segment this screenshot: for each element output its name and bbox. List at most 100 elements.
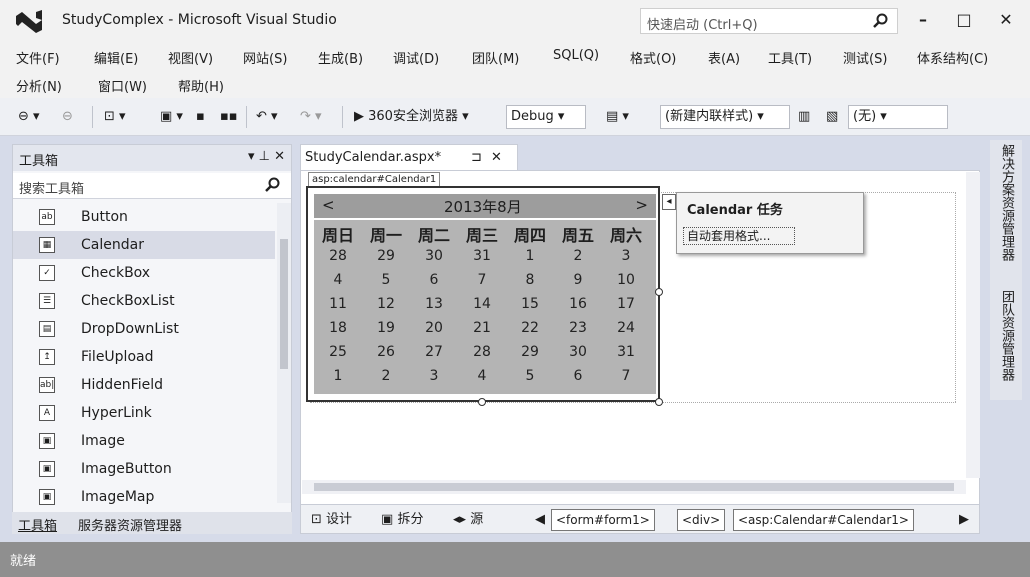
calendar-day-cell[interactable]: 6 (411, 272, 457, 288)
start-debugging-button[interactable]: ▶ 360安全浏览器 ▾ (354, 106, 469, 128)
calendar-day-cell[interactable]: 7 (459, 272, 505, 288)
toolbox-item[interactable]: ▤ DropDownList (13, 315, 275, 343)
calendar-day-cell[interactable]: 27 (411, 344, 457, 360)
calendar-day-cell[interactable]: 21 (459, 320, 505, 336)
forward-icon[interactable]: ⊖ (62, 106, 73, 128)
menu-table[interactable]: 表(A) (708, 48, 740, 67)
calendar-day-cell[interactable]: 6 (555, 368, 601, 384)
quick-launch-input[interactable]: 快速启动 (Ctrl+Q) (640, 8, 898, 34)
toolbox-item[interactable]: ▦ Calendar (13, 231, 275, 259)
calendar-day-cell[interactable]: 5 (507, 368, 553, 384)
menu-build[interactable]: 生成(B) (318, 48, 363, 67)
minimize-button[interactable]: – (905, 6, 941, 34)
menu-architecture[interactable]: 体系结构(C) (917, 48, 988, 67)
calendar-day-cell[interactable]: 24 (603, 320, 649, 336)
toolbox-item[interactable]: ▣ Image (13, 427, 275, 455)
calendar-day-cell[interactable]: 31 (459, 248, 505, 264)
style-application-icon[interactable]: ▥ (798, 106, 810, 128)
toolbox-item[interactable]: ab| HiddenField (13, 371, 275, 399)
breadcrumb-div[interactable]: <div> (677, 509, 726, 531)
toolbox-item[interactable]: ☰ CheckBoxList (13, 287, 275, 315)
smart-tag-chevron-icon[interactable]: ◂ (662, 194, 676, 210)
calendar-day-cell[interactable]: 12 (363, 296, 409, 312)
breadcrumb-form[interactable]: <form#form1> (551, 509, 655, 531)
save-icon[interactable]: ▪ (196, 106, 205, 128)
calendar-day-cell[interactable]: 10 (603, 272, 649, 288)
toolbox-item[interactable]: ✓ CheckBox (13, 259, 275, 287)
solution-explorer-tab[interactable]: 解决方案资源管理器 (996, 144, 1016, 261)
design-horizontal-scrollbar[interactable] (302, 480, 966, 494)
menu-view[interactable]: 视图(V) (168, 48, 213, 67)
resize-handle[interactable] (655, 288, 663, 296)
solution-configuration-select[interactable]: Debug ▾ (506, 105, 586, 129)
style-rule-select[interactable]: (新建内联样式) ▾ (660, 105, 790, 129)
calendar-day-cell[interactable]: 29 (363, 248, 409, 264)
toolbox-search-input[interactable]: 搜索工具箱 (13, 173, 291, 199)
tab-studycalendar-aspx[interactable]: StudyCalendar.aspx* ⊐ ✕ (300, 144, 518, 170)
calendar-day-cell[interactable]: 3 (411, 368, 457, 384)
menu-website[interactable]: 网站(S) (243, 48, 287, 67)
calendar-day-cell[interactable]: 5 (363, 272, 409, 288)
menu-format[interactable]: 格式(O) (630, 48, 676, 67)
calendar-day-cell[interactable]: 29 (507, 344, 553, 360)
menu-file[interactable]: 文件(F) (16, 48, 60, 67)
design-view-button[interactable]: ⊡ 设计 (311, 510, 352, 530)
resize-handle[interactable] (655, 398, 663, 406)
calendar-control[interactable]: < 2013年8月 > 周日 周一 周二 周三 周四 周五 周六 28 29 30 31 1 2 3 4 5 6… (306, 186, 660, 402)
calendar-day-cell[interactable]: 18 (315, 320, 361, 336)
toolbox-item[interactable]: ▣ ImageButton (13, 455, 275, 483)
calendar-day-cell[interactable]: 2 (363, 368, 409, 384)
team-explorer-tab[interactable]: 团队资源管理器 (996, 290, 1016, 381)
menu-sql[interactable]: SQL(Q) (553, 48, 599, 63)
calendar-day-cell[interactable]: 1 (507, 248, 553, 264)
calendar-day-cell[interactable]: 8 (507, 272, 553, 288)
calendar-day-cell[interactable]: 4 (459, 368, 505, 384)
close-window-button[interactable]: ✕ (988, 6, 1024, 34)
menu-test[interactable]: 测试(S) (843, 48, 887, 67)
calendar-day-cell[interactable]: 14 (459, 296, 505, 312)
close-tab-icon[interactable]: ✕ (491, 150, 502, 165)
calendar-day-cell[interactable]: 31 (603, 344, 649, 360)
auto-format-link[interactable]: 自动套用格式... (683, 227, 795, 245)
split-view-button[interactable]: ▣ 拆分 (381, 510, 423, 530)
toolbox-window-controls[interactable]: ▾ ⊥ ✕ (248, 149, 285, 164)
calendar-day-cell[interactable]: 2 (555, 248, 601, 264)
menu-help[interactable]: 帮助(H) (178, 76, 224, 95)
calendar-day-cell[interactable]: 30 (555, 344, 601, 360)
tab-server-explorer[interactable]: 服务器资源管理器 (78, 515, 182, 534)
resize-handle[interactable] (478, 398, 486, 406)
calendar-day-cell[interactable]: 26 (363, 344, 409, 360)
calendar-day-cell[interactable]: 30 (411, 248, 457, 264)
calendar-day-cell[interactable]: 17 (603, 296, 649, 312)
calendar-day-cell[interactable]: 25 (315, 344, 361, 360)
menu-window[interactable]: 窗口(W) (98, 76, 147, 95)
calendar-day-cell[interactable]: 15 (507, 296, 553, 312)
pin-icon[interactable]: ⊐ (471, 150, 482, 165)
calendar-day-cell[interactable]: 1 (315, 368, 361, 384)
calendar-day-cell[interactable]: 23 (555, 320, 601, 336)
toolbox-item[interactable]: ↥ FileUpload (13, 343, 275, 371)
save-all-icon[interactable]: ▪▪ (220, 106, 238, 128)
calendar-day-cell[interactable]: 20 (411, 320, 457, 336)
source-view-button[interactable]: ◂▸ 源 (453, 510, 483, 530)
calendar-day-cell[interactable]: 4 (315, 272, 361, 288)
menu-team[interactable]: 团队(M) (472, 48, 519, 67)
calendar-day-cell[interactable]: 3 (603, 248, 649, 264)
target-rule-icon[interactable]: ▧ (826, 106, 838, 128)
breadcrumb-forward-icon[interactable]: ▶ (959, 510, 969, 530)
toolbox-item[interactable]: A HyperLink (13, 399, 275, 427)
calendar-next-month[interactable]: > (635, 196, 648, 214)
search-icon[interactable] (265, 177, 281, 193)
calendar-day-cell[interactable]: 13 (411, 296, 457, 312)
calendar-day-cell[interactable]: 22 (507, 320, 553, 336)
menu-debug[interactable]: 调试(D) (393, 48, 439, 67)
format-icon[interactable]: ▤ ▾ (606, 106, 629, 128)
menu-tools[interactable]: 工具(T) (768, 48, 812, 67)
calendar-day-cell[interactable]: 19 (363, 320, 409, 336)
redo-icon[interactable]: ↷ ▾ (300, 106, 322, 128)
toolbox-item[interactable]: ▣ ImageMap (13, 483, 275, 511)
calendar-day-cell[interactable]: 11 (315, 296, 361, 312)
calendar-day-cell[interactable]: 9 (555, 272, 601, 288)
calendar-prev-month[interactable]: < (322, 196, 335, 214)
maximize-button[interactable]: □ (946, 6, 982, 34)
